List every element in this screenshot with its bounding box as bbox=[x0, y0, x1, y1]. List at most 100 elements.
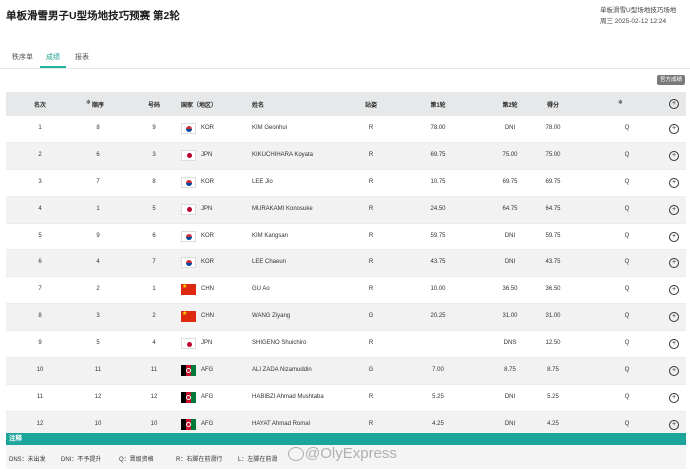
cell-nation: KOR bbox=[201, 259, 215, 266]
official-report-button[interactable]: 官方成绩 bbox=[657, 75, 685, 85]
venue-label: 单板滑雪U型场地技巧场地 bbox=[600, 7, 677, 14]
cell-run2: 31.00 bbox=[502, 313, 518, 320]
cell-qualified: Q bbox=[624, 259, 630, 266]
cell-qualified: Q bbox=[624, 178, 630, 185]
note-item: DNI：不予提升 bbox=[61, 457, 102, 463]
expand-row-icon[interactable]: + bbox=[669, 419, 679, 430]
cell-rank: 9 bbox=[38, 340, 42, 347]
cell-bib: 5 bbox=[152, 205, 156, 212]
cell-order: 1 bbox=[96, 205, 100, 212]
cell-stance: G bbox=[368, 313, 374, 320]
table-row: 9 5 4 JPN SHIGENO Shuichiro R DNS 12.50 Q + bbox=[6, 331, 686, 359]
cell-order: 8 bbox=[96, 125, 100, 131]
cell-qualified: Q bbox=[624, 125, 630, 131]
cell-order: 2 bbox=[96, 286, 100, 293]
cell-nation: JPN bbox=[201, 205, 213, 212]
cell-run2: DNI bbox=[504, 420, 516, 427]
cell-run1: 20.25 bbox=[430, 313, 446, 320]
cell-qualified: Q bbox=[624, 313, 630, 320]
cell-nation: JPN bbox=[201, 151, 213, 158]
expand-row-icon[interactable]: + bbox=[669, 177, 679, 188]
expand-row-icon[interactable]: + bbox=[669, 258, 679, 269]
tab-results[interactable]: 成绩 bbox=[46, 52, 60, 62]
note-item: R：右脚在前滑行 bbox=[176, 457, 223, 463]
cell-run1: 78.00 bbox=[430, 125, 446, 131]
cell-rank: 4 bbox=[38, 205, 42, 212]
expand-row-icon[interactable]: + bbox=[669, 312, 679, 323]
cell-run2: DNS bbox=[503, 340, 517, 347]
flag-kor-icon bbox=[181, 176, 196, 188]
cell-rank: 5 bbox=[38, 232, 42, 239]
cell-nation: AFG bbox=[201, 420, 214, 427]
cell-order: 11 bbox=[94, 367, 102, 374]
cell-stance: G bbox=[368, 367, 374, 374]
expand-row-icon[interactable]: + bbox=[669, 231, 679, 242]
expand-all-icon[interactable]: + bbox=[669, 99, 679, 109]
expand-row-icon[interactable]: + bbox=[669, 392, 679, 403]
cell-run2: 75.00 bbox=[502, 151, 518, 158]
table-row: 6 4 7 KOR LEE Chaeun R 43.75 DNI 43.75 Q + bbox=[6, 250, 686, 278]
cell-qualified: Q bbox=[624, 232, 630, 239]
flag-kor-icon bbox=[181, 123, 196, 134]
cell-name: WANG Ziyang bbox=[252, 313, 291, 320]
table-row: 4 1 5 JPN MURAKAMI Konosuke R 24.50 64.75 64.75 Q… bbox=[6, 196, 686, 224]
table-row: 11 12 12 AFG HABIBZI Ahmad Mushtaba R 5.25 DNI 5… bbox=[6, 385, 686, 412]
cell-run2: DNI bbox=[504, 259, 516, 266]
expand-row-icon[interactable]: + bbox=[669, 124, 679, 134]
flag-jpn-icon bbox=[181, 149, 196, 161]
tab-start-list[interactable]: 秩序单 bbox=[12, 52, 33, 62]
table-row: 5 9 6 KOR KIM Kangsan R 59.75 DNI 59.75 Q + bbox=[6, 224, 686, 251]
cell-stance: R bbox=[368, 151, 374, 158]
header-run1: 第1轮 bbox=[430, 103, 446, 109]
expand-row-icon[interactable]: + bbox=[669, 366, 679, 377]
cell-run1: 10.75 bbox=[430, 178, 446, 185]
header-nation: 国家（地区） bbox=[181, 103, 218, 109]
cell-rank: 7 bbox=[38, 286, 42, 293]
cell-qualified: Q bbox=[624, 205, 630, 212]
cell-bib: 4 bbox=[152, 340, 156, 347]
cell-bib: 12 bbox=[150, 393, 158, 400]
header-rank: 名次 bbox=[33, 103, 46, 109]
cell-name: KIM Geonhui bbox=[252, 125, 288, 131]
cell-best: 78.00 bbox=[545, 125, 561, 131]
tab-reports[interactable]: 报表 bbox=[75, 52, 89, 62]
header-run2: 第2轮 bbox=[502, 103, 518, 109]
cell-qualified: Q bbox=[624, 393, 630, 400]
expand-row-icon[interactable]: + bbox=[669, 285, 679, 296]
table-row: 3 7 8 KOR LEE Jio R 10.75 69.75 69.75 Q + bbox=[6, 170, 686, 197]
cell-run1: 5.25 bbox=[432, 393, 444, 400]
cell-order: 7 bbox=[96, 178, 100, 185]
note-item: Q：晋级资格 bbox=[119, 457, 154, 463]
expand-row-icon[interactable]: + bbox=[669, 204, 679, 215]
expand-row-icon[interactable]: + bbox=[669, 150, 679, 161]
cell-best: 31.00 bbox=[545, 313, 561, 320]
active-tab-indicator bbox=[40, 66, 66, 68]
cell-order: 12 bbox=[94, 393, 102, 400]
cell-qualified: Q bbox=[624, 340, 630, 347]
cell-qualified: Q bbox=[624, 420, 630, 427]
cell-name: HAYAT Ahmad Romal bbox=[252, 420, 310, 427]
event-info: 单板滑雪U型场地技巧场地 周三 2025-02-12 12:24 bbox=[600, 5, 680, 27]
cell-nation: AFG bbox=[201, 393, 214, 400]
weibo-icon bbox=[288, 447, 304, 461]
cell-run2: DNI bbox=[504, 393, 516, 400]
header-bib: 号码 bbox=[147, 103, 160, 109]
header-best: 得分 bbox=[546, 103, 559, 109]
flag-jpn-icon bbox=[181, 338, 196, 350]
cell-run1: 59.75 bbox=[430, 232, 446, 239]
table-row: 10 11 11 AFG ALI ZADA Nizamuddin G 7.00 8.75 8.7… bbox=[6, 358, 686, 385]
expand-row-icon[interactable]: + bbox=[669, 339, 679, 350]
cell-stance: R bbox=[368, 178, 374, 185]
cell-bib: 9 bbox=[152, 125, 156, 131]
cell-qualified: Q bbox=[624, 286, 630, 293]
cell-run1: 10.00 bbox=[430, 286, 446, 293]
cell-name: KIKUCHIHARA Koyata bbox=[252, 151, 314, 158]
cell-bib: 1 bbox=[152, 286, 156, 293]
cell-stance: R bbox=[368, 232, 374, 239]
cell-stance: R bbox=[368, 340, 374, 347]
flag-afg-icon bbox=[181, 418, 196, 430]
cell-nation: KOR bbox=[201, 178, 215, 185]
cell-run2: 69.75 bbox=[502, 178, 518, 185]
flag-jpn-icon bbox=[181, 203, 196, 215]
cell-best: 43.75 bbox=[545, 259, 561, 266]
